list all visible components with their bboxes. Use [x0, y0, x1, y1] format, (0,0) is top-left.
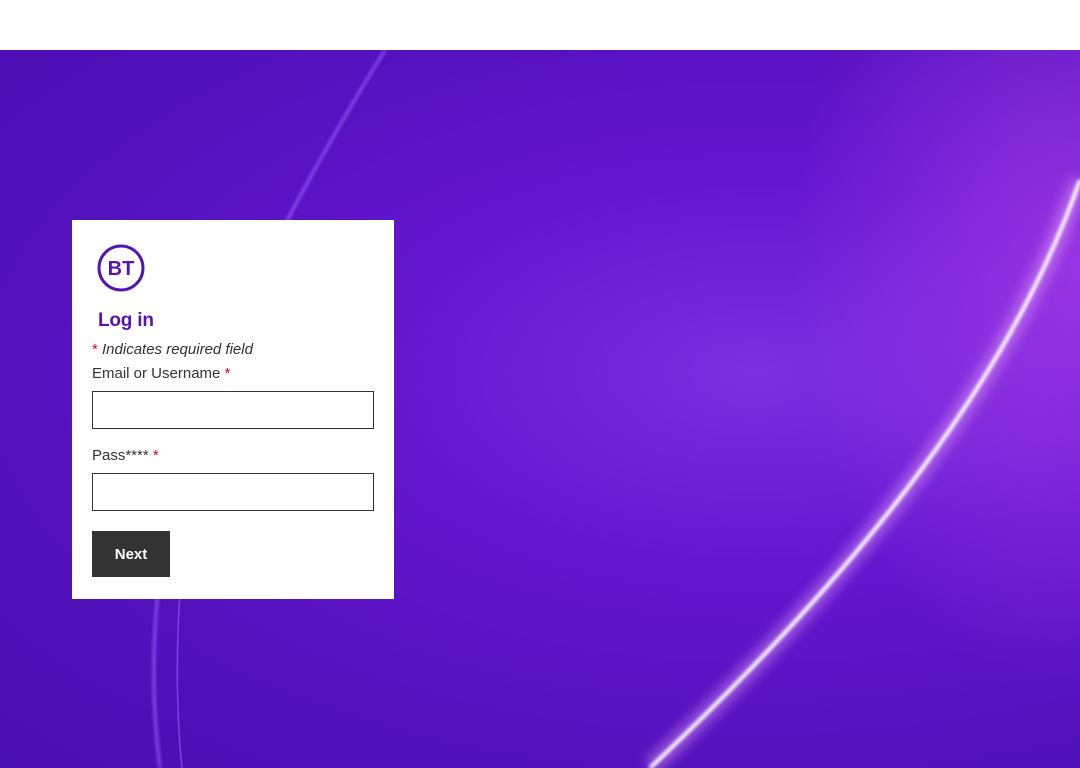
next-button[interactable]: Next — [92, 531, 170, 577]
email-required-asterisk: * — [224, 365, 231, 382]
email-input[interactable] — [92, 391, 374, 429]
page-title: Log in — [98, 310, 154, 331]
bt-logo-icon: BT — [97, 244, 145, 292]
password-required-asterisk: * — [152, 447, 159, 464]
required-note-text: Indicates required field — [97, 341, 253, 358]
login-card: BT Log in * Indicates required field Ema… — [72, 220, 394, 599]
password-label: Pass**** * — [92, 447, 159, 464]
password-label-text: Pass**** — [92, 447, 153, 464]
password-input[interactable] — [92, 473, 374, 511]
email-label: Email or Username * — [92, 365, 230, 382]
email-label-text: Email or Username — [92, 365, 225, 382]
bt-logo-text: BT — [108, 258, 135, 280]
top-header-bar — [0, 0, 1080, 50]
required-field-note: * Indicates required field — [92, 341, 253, 358]
